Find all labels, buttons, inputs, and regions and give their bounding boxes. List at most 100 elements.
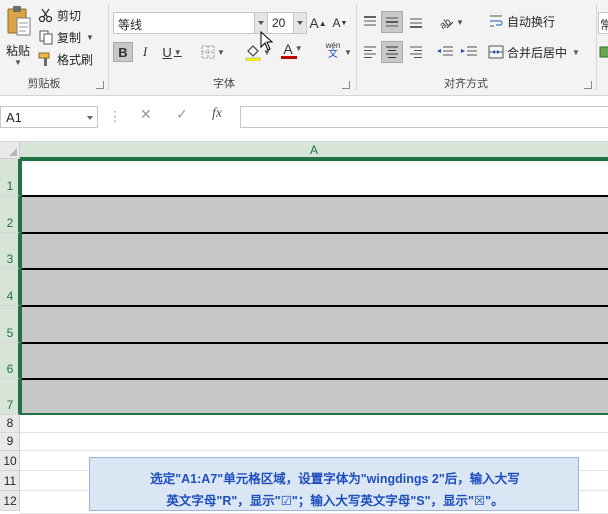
chevron-down-icon[interactable]: ▼ bbox=[572, 48, 580, 57]
increase-indent-icon[interactable] bbox=[460, 44, 478, 60]
font-size-value: 20 bbox=[272, 16, 286, 30]
merge-center-label: 合并后居中 bbox=[507, 45, 568, 60]
chevron-down-icon[interactable] bbox=[87, 116, 93, 120]
cell-a2[interactable] bbox=[20, 196, 608, 233]
bold-icon: B bbox=[118, 44, 128, 60]
chevron-down-icon[interactable]: ▼ bbox=[344, 48, 352, 57]
italic-icon: I bbox=[142, 44, 148, 59]
cell-a5[interactable] bbox=[20, 306, 608, 343]
cell-a9[interactable] bbox=[20, 433, 608, 451]
chevron-down-icon[interactable] bbox=[293, 13, 306, 33]
group-divider bbox=[356, 4, 357, 90]
borders-button[interactable]: ▼ bbox=[196, 42, 230, 62]
group-divider bbox=[596, 4, 597, 90]
font-group-label: 字体 bbox=[213, 78, 235, 90]
orientation-button[interactable]: ab ▼ bbox=[436, 12, 466, 32]
fill-bucket-icon bbox=[245, 45, 261, 61]
row-header-1[interactable]: 1 bbox=[0, 159, 20, 196]
font-name-value: 等线 bbox=[118, 18, 143, 32]
chevron-down-icon[interactable]: ▼ bbox=[86, 33, 94, 42]
row-header-6[interactable]: 6 bbox=[0, 343, 20, 379]
align-bottom-icon[interactable] bbox=[408, 14, 424, 30]
row-header-12[interactable]: 12 bbox=[0, 491, 20, 511]
paste-icon bbox=[7, 6, 31, 36]
name-box[interactable]: A1 bbox=[0, 106, 98, 128]
copy-label: 复制 bbox=[57, 30, 82, 45]
font-color-swatch bbox=[281, 55, 297, 59]
wrap-text-label: 自动换行 bbox=[507, 14, 556, 29]
currency-icon[interactable] bbox=[598, 44, 608, 60]
bold-button[interactable]: B bbox=[113, 42, 133, 62]
row-border bbox=[20, 342, 608, 344]
alignment-group-label: 对齐方式 bbox=[444, 78, 488, 90]
cell-a1[interactable] bbox=[20, 159, 608, 196]
row-header-4[interactable]: 4 bbox=[0, 269, 20, 306]
shrink-font-icon: A bbox=[332, 16, 341, 30]
align-top-icon[interactable] bbox=[362, 14, 378, 30]
cell-a8[interactable] bbox=[20, 415, 608, 433]
chevron-down-icon[interactable]: ▼ bbox=[14, 58, 22, 67]
align-right-icon[interactable] bbox=[408, 44, 424, 60]
number-format-select[interactable]: 常 bbox=[598, 12, 608, 34]
instruction-line-1: 选定"A1:A7"单元格区域，设置字体为"wingdings 2"后，输入大写 bbox=[150, 472, 520, 486]
confirm-icon[interactable]: ✓ bbox=[176, 106, 188, 123]
row-border bbox=[20, 268, 608, 270]
font-color-icon: A bbox=[283, 40, 293, 57]
row-border bbox=[20, 378, 608, 380]
paste-label: 粘贴 bbox=[5, 44, 30, 58]
align-middle-button[interactable] bbox=[381, 11, 403, 33]
column-header-a[interactable]: A bbox=[20, 142, 608, 159]
format-painter-button[interactable]: 格式刷 bbox=[38, 50, 93, 68]
text-orientation-icon: ab bbox=[438, 16, 454, 30]
font-color-button[interactable]: A ▼ bbox=[279, 40, 307, 60]
row-header-8[interactable]: 8 bbox=[0, 415, 20, 433]
row-header-2[interactable]: 2 bbox=[0, 196, 20, 233]
paste-button[interactable]: 粘贴 ▼ bbox=[2, 4, 34, 70]
cut-button[interactable]: 剪切 bbox=[38, 6, 81, 24]
align-left-icon[interactable] bbox=[362, 44, 378, 60]
font-launcher-icon[interactable] bbox=[342, 81, 350, 89]
merge-center-button[interactable]: 合并后居中 ▼ bbox=[488, 43, 580, 61]
cell-a6[interactable] bbox=[20, 343, 608, 379]
row-header-11[interactable]: 11 bbox=[0, 471, 20, 491]
chevron-down-icon[interactable]: ▼ bbox=[217, 48, 225, 57]
align-center-icon bbox=[386, 46, 398, 58]
mouse-cursor-icon bbox=[260, 31, 274, 51]
cell-a3[interactable] bbox=[20, 233, 608, 269]
select-all-button[interactable] bbox=[0, 142, 20, 159]
wrap-text-button[interactable]: 自动换行 bbox=[488, 12, 555, 30]
drag-handle-icon[interactable]: ⋮ bbox=[108, 108, 122, 125]
font-name-select[interactable]: 等线 bbox=[113, 12, 268, 34]
row-header-5[interactable]: 5 bbox=[0, 306, 20, 343]
grow-font-button[interactable]: A ▲ bbox=[309, 13, 326, 33]
decrease-indent-icon[interactable] bbox=[436, 44, 454, 60]
chevron-down-icon[interactable]: ▼ bbox=[295, 44, 303, 53]
formula-input[interactable] bbox=[240, 106, 608, 128]
cut-label: 剪切 bbox=[57, 8, 82, 23]
italic-button[interactable]: I bbox=[137, 42, 153, 62]
clipboard-launcher-icon[interactable] bbox=[96, 81, 104, 89]
row-header-9[interactable]: 9 bbox=[0, 433, 20, 451]
cell-a4[interactable] bbox=[20, 269, 608, 306]
alignment-launcher-icon[interactable] bbox=[584, 81, 592, 89]
chevron-down-icon[interactable]: ▼ bbox=[456, 18, 464, 27]
name-box-value: A1 bbox=[6, 110, 22, 125]
align-center-button[interactable] bbox=[381, 41, 403, 63]
instruction-line-2: 英文字母"R"，显示"☑"；输入大写英文字母"S"，显示"☒"。 bbox=[166, 494, 504, 508]
shrink-font-button[interactable]: A ▼ bbox=[332, 13, 348, 33]
copy-button[interactable]: 复制 ▼ bbox=[38, 28, 94, 46]
row-border bbox=[20, 305, 608, 307]
cancel-icon[interactable]: ✕ bbox=[140, 106, 152, 123]
insert-function-button[interactable]: fx bbox=[212, 106, 222, 122]
merge-center-icon bbox=[488, 45, 504, 59]
chevron-down-icon[interactable]: ▼ bbox=[174, 48, 182, 57]
row-header-3[interactable]: 3 bbox=[0, 233, 20, 269]
cell-a7[interactable] bbox=[20, 379, 608, 415]
row-header-10[interactable]: 10 bbox=[0, 451, 20, 471]
ribbon: 粘贴 ▼ 剪切 复制 ▼ 格式刷 剪贴板 等线 20 A ▲ A ▼ B I U… bbox=[0, 0, 608, 96]
copy-icon bbox=[39, 30, 53, 45]
row-header-7[interactable]: 7 bbox=[0, 379, 20, 415]
group-divider bbox=[108, 4, 109, 90]
chevron-down-icon[interactable] bbox=[254, 13, 267, 33]
underline-button[interactable]: U ▼ bbox=[158, 42, 186, 62]
